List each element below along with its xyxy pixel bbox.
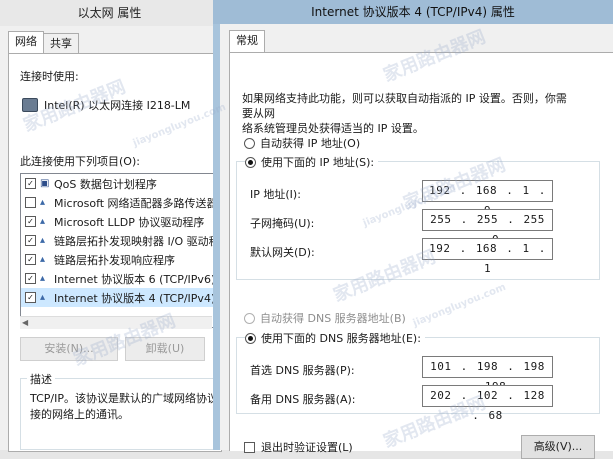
default-gateway-label: 默认网关(D): bbox=[250, 246, 315, 259]
description-text-line1: TCP/IP。该协议是默认的广域网络协议 bbox=[30, 392, 218, 405]
list-item[interactable]: ✓ ▴ 链路层拓扑发现响应程序 bbox=[21, 250, 213, 269]
description-text-line2: 接的网络上的通讯。 bbox=[30, 408, 129, 421]
item-checkbox[interactable]: ✓ bbox=[25, 292, 36, 303]
item-checkbox[interactable]: ✓ bbox=[25, 178, 36, 189]
tab-sharing[interactable]: 共享 bbox=[43, 33, 79, 53]
install-button[interactable]: 安装(N)... bbox=[20, 337, 118, 361]
list-item[interactable]: ✓ ▴ Microsoft LLDP 协议驱动程序 bbox=[21, 212, 213, 231]
auto-dns-radio[interactable]: 自动获得 DNS 服务器地址(B) bbox=[244, 310, 406, 326]
protocol-icon: ▴ bbox=[40, 196, 46, 208]
advanced-button[interactable]: 高级(V)... bbox=[521, 435, 595, 459]
qos-icon: ▣ bbox=[40, 177, 50, 189]
description-line2: 络系统管理员处获得适当的 IP 设置。 bbox=[242, 122, 424, 135]
ipv4-properties-window: Internet 协议版本 4 (TCP/IPv4) 属性 常规 如果网络支持此… bbox=[213, 0, 613, 459]
ethernet-properties-window: 以太网 属性 网络 共享 连接时使用: Intel(R) 以太网连接 I218-… bbox=[0, 0, 222, 452]
default-gateway-input[interactable]: 192 . 168 . 1 . 1 bbox=[422, 238, 553, 275]
connection-items-list[interactable]: ✓ ▣ QoS 数据包计划程序 ▴ Microsoft 网络适配器多路传送器 ✓… bbox=[20, 173, 214, 328]
validate-on-exit-checkbox[interactable]: 退出时验证设置(L) bbox=[244, 439, 353, 455]
checkbox-box[interactable] bbox=[244, 441, 255, 453]
dialog-body: 常规 如果网络支持此功能，则可以获取自动指派的 IP 设置。否则，你需要从网 络… bbox=[220, 24, 613, 459]
alternate-dns-input[interactable]: 202 . 102 . 128 . 68 bbox=[422, 385, 553, 422]
item-checkbox[interactable]: ✓ bbox=[25, 216, 36, 227]
preferred-dns-label: 首选 DNS 服务器(P): bbox=[250, 364, 355, 377]
preferred-dns-input[interactable]: 101 . 198 . 198 . 198 bbox=[422, 356, 553, 393]
item-label: Internet 协议版本 4 (TCP/IPv4) bbox=[54, 291, 214, 305]
list-item[interactable]: ▴ Microsoft 网络适配器多路传送器 bbox=[21, 193, 213, 212]
manual-ip-radio[interactable]: 使用下面的 IP 地址(S): bbox=[245, 154, 379, 170]
network-adapter-icon bbox=[22, 98, 38, 112]
validate-on-exit-label: 退出时验证设置(L) bbox=[261, 441, 353, 454]
radio-circle[interactable] bbox=[245, 332, 256, 344]
item-label: Microsoft LLDP 协议驱动程序 bbox=[54, 215, 205, 229]
item-label: QoS 数据包计划程序 bbox=[54, 177, 157, 191]
general-tab-panel: 如果网络支持此功能，则可以获取自动指派的 IP 设置。否则，你需要从网 络系统管… bbox=[229, 52, 613, 459]
protocol-icon: ▴ bbox=[40, 291, 46, 303]
radio-circle[interactable] bbox=[244, 312, 255, 324]
item-checkbox[interactable]: ✓ bbox=[25, 273, 36, 284]
item-checkbox[interactable] bbox=[25, 197, 36, 208]
list-item[interactable]: ✓ ▣ QoS 数据包计划程序 bbox=[21, 174, 213, 193]
manual-ip-label: 使用下面的 IP 地址(S): bbox=[261, 156, 375, 169]
item-label: Internet 协议版本 6 (TCP/IPv6) bbox=[54, 272, 214, 286]
item-label: 链路层拓扑发现映射器 I/O 驱动程 bbox=[54, 234, 214, 248]
tab-general[interactable]: 常规 bbox=[229, 30, 265, 52]
tab-strip: 网络 共享 bbox=[8, 31, 79, 53]
list-item-selected[interactable]: ✓ ▴ Internet 协议版本 4 (TCP/IPv4) bbox=[21, 288, 213, 307]
protocol-icon: ▴ bbox=[40, 234, 46, 246]
item-checkbox[interactable]: ✓ bbox=[25, 254, 36, 265]
ip-address-input[interactable]: 192 . 168 . 1 . 9 bbox=[422, 180, 553, 217]
protocol-icon: ▴ bbox=[40, 272, 46, 284]
uninstall-button[interactable]: 卸载(U) bbox=[125, 337, 205, 361]
description: 如果网络支持此功能，则可以获取自动指派的 IP 设置。否则，你需要从网 络系统管… bbox=[242, 91, 572, 136]
window-title: Internet 协议版本 4 (TCP/IPv4) 属性 bbox=[213, 0, 613, 24]
description-title: 描述 bbox=[27, 371, 55, 387]
scroll-left-icon[interactable]: ◀ bbox=[22, 318, 28, 327]
protocol-icon: ▴ bbox=[40, 215, 46, 227]
description-line1: 如果网络支持此功能，则可以获取自动指派的 IP 设置。否则，你需要从网 bbox=[242, 92, 567, 120]
manual-dns-radio[interactable]: 使用下面的 DNS 服务器地址(E): bbox=[245, 330, 425, 346]
adapter-name: Intel(R) 以太网连接 I218-LM bbox=[44, 99, 191, 112]
radio-circle[interactable] bbox=[244, 137, 255, 149]
auto-dns-label: 自动获得 DNS 服务器地址(B) bbox=[260, 312, 406, 325]
adapter-box: Intel(R) 以太网连接 I218-LM bbox=[22, 90, 212, 120]
auto-ip-label: 自动获得 IP 地址(O) bbox=[260, 137, 361, 150]
subnet-mask-label: 子网掩码(U): bbox=[250, 217, 315, 230]
item-label: 链路层拓扑发现响应程序 bbox=[54, 253, 175, 267]
ip-address-label: IP 地址(I): bbox=[250, 188, 301, 201]
list-item[interactable]: ✓ ▴ 链路层拓扑发现映射器 I/O 驱动程 bbox=[21, 231, 213, 250]
radio-circle[interactable] bbox=[245, 156, 256, 168]
list-item[interactable]: ✓ ▴ Internet 协议版本 6 (TCP/IPv6) bbox=[21, 269, 213, 288]
connect-using-label: 连接时使用: bbox=[20, 70, 79, 83]
tab-strip: 常规 bbox=[229, 30, 265, 54]
manual-dns-label: 使用下面的 DNS 服务器地址(E): bbox=[261, 332, 421, 345]
alternate-dns-label: 备用 DNS 服务器(A): bbox=[250, 393, 356, 406]
item-checkbox[interactable]: ✓ bbox=[25, 235, 36, 246]
item-label: Microsoft 网络适配器多路传送器 bbox=[54, 196, 214, 210]
tab-network[interactable]: 网络 bbox=[8, 31, 44, 53]
window-title: 以太网 属性 bbox=[0, 0, 219, 26]
auto-ip-radio[interactable]: 自动获得 IP 地址(O) bbox=[244, 135, 360, 151]
protocol-icon: ▴ bbox=[40, 253, 46, 265]
items-label: 此连接使用下列项目(O): bbox=[20, 155, 140, 168]
horizontal-scrollbar[interactable]: ◀ bbox=[20, 316, 212, 329]
subnet-mask-input[interactable]: 255 . 255 . 255 . 0 bbox=[422, 209, 553, 246]
